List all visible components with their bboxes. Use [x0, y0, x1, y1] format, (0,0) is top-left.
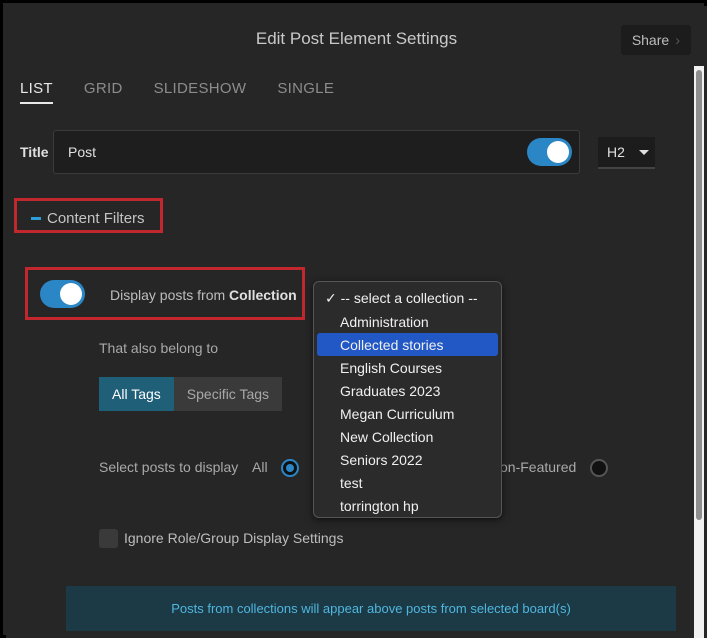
- dropdown-option[interactable]: test: [317, 471, 498, 494]
- dropdown-option[interactable]: ✓ -- select a collection --: [317, 287, 498, 310]
- dropdown-option[interactable]: Megan Curriculum: [317, 402, 498, 425]
- all-radio[interactable]: [281, 459, 299, 477]
- layout-tabs: LIST GRID SLIDESHOW SINGLE: [20, 80, 365, 104]
- dropdown-option[interactable]: Graduates 2023: [317, 379, 498, 402]
- title-visibility-toggle[interactable]: [527, 138, 572, 166]
- toggle-knob: [547, 141, 569, 163]
- collapse-icon: [31, 217, 41, 220]
- tab-grid[interactable]: GRID: [84, 80, 123, 104]
- title-field[interactable]: Post: [53, 130, 580, 174]
- all-radio-label: All: [252, 459, 268, 475]
- dropdown-option[interactable]: New Collection: [317, 425, 498, 448]
- toggle-knob: [60, 283, 82, 305]
- collection-label: Display posts from Collection: [110, 287, 297, 303]
- all-tags-button[interactable]: All Tags: [99, 377, 174, 411]
- share-label: Share: [631, 32, 670, 48]
- belong-label: That also belong to: [99, 340, 219, 356]
- content-filters-label: Content Filters: [47, 210, 145, 227]
- dialog-frame: Edit Post Element Settings Share › LIST …: [0, 0, 707, 638]
- dropdown-option[interactable]: English Courses: [317, 356, 498, 379]
- non-featured-radio-label: on-Featured: [500, 459, 577, 475]
- select-posts-label: Select posts to display: [99, 459, 239, 475]
- tab-single[interactable]: SINGLE: [277, 80, 334, 104]
- ignore-settings-checkbox[interactable]: [99, 529, 118, 548]
- title-value: Post: [68, 144, 97, 160]
- dropdown-option[interactable]: torrington hp: [317, 494, 498, 517]
- caret-down-icon: [638, 149, 649, 155]
- heading-level-select[interactable]: H2: [598, 137, 655, 169]
- collection-dropdown[interactable]: ✓ -- select a collection -- Administrati…: [313, 281, 502, 518]
- share-button[interactable]: Share ›: [621, 25, 691, 55]
- ignore-settings-label: Ignore Role/Group Display Settings: [124, 530, 344, 546]
- info-banner: Posts from collections will appear above…: [66, 586, 676, 631]
- collection-label-prefix: Display posts from: [110, 287, 230, 303]
- info-banner-text: Posts from collections will appear above…: [171, 601, 571, 616]
- settings-panel: Edit Post Element Settings Share › LIST …: [6, 6, 707, 638]
- title-label: Title: [20, 144, 49, 160]
- collection-row-highlight: Display posts from Collection: [25, 267, 305, 320]
- dropdown-option[interactable]: Administration: [317, 310, 498, 333]
- collection-label-bold: Collection: [229, 287, 297, 303]
- tab-list[interactable]: LIST: [20, 80, 53, 104]
- non-featured-radio[interactable]: [590, 459, 608, 477]
- dropdown-option[interactable]: Seniors 2022: [317, 448, 498, 471]
- tag-filter-group: All Tags Specific Tags: [99, 377, 283, 411]
- content-filters-highlight: Content Filters: [14, 198, 163, 233]
- tab-slideshow[interactable]: SLIDESHOW: [154, 80, 247, 104]
- chevron-right-icon: ›: [675, 31, 681, 49]
- scrollbar-thumb[interactable]: [696, 70, 702, 520]
- collection-toggle[interactable]: [40, 280, 85, 308]
- heading-level-value: H2: [607, 144, 625, 160]
- dropdown-option-highlighted[interactable]: Collected stories: [317, 333, 498, 356]
- dialog-title: Edit Post Element Settings: [255, 29, 458, 48]
- specific-tags-button[interactable]: Specific Tags: [173, 377, 283, 411]
- content-filters-toggle[interactable]: Content Filters: [31, 210, 145, 227]
